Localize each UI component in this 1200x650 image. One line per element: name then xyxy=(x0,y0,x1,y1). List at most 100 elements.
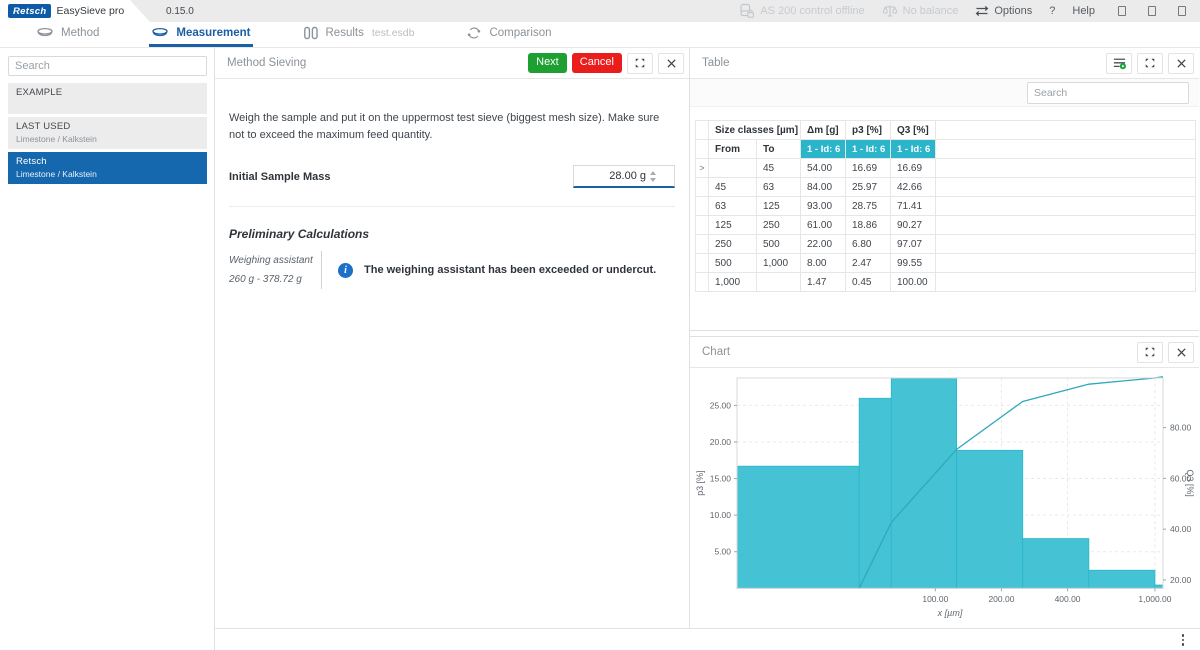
col-header-p3: p3 [%] xyxy=(846,121,891,140)
table-header-row: Size classes [µm]Δm [g]p3 [%]Q3 [%] xyxy=(696,121,1196,140)
close-icon xyxy=(1176,347,1187,358)
comparison-icon xyxy=(466,26,482,40)
sidebar-item-retsch[interactable]: RetschLimestone / Kalkstein xyxy=(8,152,207,184)
cell-to xyxy=(757,273,801,292)
maximize-button[interactable] xyxy=(1148,6,1156,16)
chart-panel-header: Chart xyxy=(690,337,1199,368)
cell-q3: 71.41 xyxy=(891,197,936,216)
cell-dm: 1.47 xyxy=(801,273,846,292)
table-search-input[interactable] xyxy=(1027,82,1189,104)
col-header-q3: Q3 [%] xyxy=(891,121,936,140)
tab-results[interactable]: Results test.esdb xyxy=(301,22,417,47)
chart-panel-actions xyxy=(1137,342,1199,363)
help-shortcut-button[interactable]: ? xyxy=(1049,5,1055,17)
row-marker xyxy=(696,235,709,254)
filler-cell xyxy=(936,197,1196,216)
product-name: EasySieve pro xyxy=(56,5,124,17)
cell-q3: 42.66 xyxy=(891,178,936,197)
title-bar: Retsch EasySieve pro 0.15.0 AS 200 contr… xyxy=(0,0,1200,22)
sieve-icon xyxy=(151,27,169,40)
chart-body: 5.0010.0015.0020.0025.0020.0040.0060.008… xyxy=(690,368,1199,628)
filler-cell xyxy=(936,216,1196,235)
help-label: Help xyxy=(1072,5,1095,17)
filler-cell xyxy=(936,273,1196,292)
cell-p3: 28.75 xyxy=(846,197,891,216)
table-row[interactable]: 1,0001.470.45100.00 xyxy=(696,273,1196,292)
weighing-assistant-range: 260 g - 378.72 g xyxy=(229,270,313,289)
table-view-options-button[interactable] xyxy=(1106,53,1132,74)
sidebar-search-input[interactable] xyxy=(8,56,207,76)
minimize-button[interactable] xyxy=(1118,6,1126,16)
cell-to: 45 xyxy=(757,159,801,178)
right-axis-title: Q3 [%] xyxy=(1185,469,1195,496)
histogram-bar xyxy=(891,378,956,588)
sidebar-item-example[interactable]: EXAMPLE xyxy=(8,83,207,114)
tab-comparison[interactable]: Comparison xyxy=(464,22,553,47)
chart-panel: Chart xyxy=(690,336,1199,628)
weighing-assistant-row: Weighing assistant 260 g - 378.72 g i Th… xyxy=(229,251,675,289)
series-id-header[interactable]: 1 - Id: 6 xyxy=(891,140,936,159)
initial-sample-mass-row: Initial Sample Mass xyxy=(229,165,675,207)
filler-cell xyxy=(936,178,1196,197)
close-table-button[interactable] xyxy=(1168,53,1194,74)
expand-table-button[interactable] xyxy=(1137,53,1163,74)
sieve-icon xyxy=(36,27,54,40)
close-chart-button[interactable] xyxy=(1168,342,1194,363)
preliminary-calculations-title: Preliminary Calculations xyxy=(229,227,675,241)
row-marker xyxy=(696,197,709,216)
tab-method[interactable]: Method xyxy=(34,22,101,47)
row-gutter xyxy=(696,140,709,159)
cell-p3: 16.69 xyxy=(846,159,891,178)
results-file-name: test.esdb xyxy=(372,27,415,39)
expand-icon xyxy=(634,57,646,69)
sidebar-item-last-used[interactable]: LAST USEDLimestone / Kalkstein xyxy=(8,117,207,149)
series-id-header[interactable]: 1 - Id: 6 xyxy=(846,140,891,159)
kebab-menu-icon[interactable] xyxy=(1182,634,1185,646)
table-row[interactable]: 25050022.006.8097.07 xyxy=(696,235,1196,254)
series-id-header[interactable]: 1 - Id: 6 xyxy=(801,140,846,159)
help-button[interactable]: Help xyxy=(1072,5,1095,17)
left-axis-tick-label: 25.00 xyxy=(710,400,732,410)
table-row[interactable]: 5001,0008.002.4799.55 xyxy=(696,254,1196,273)
device-status: AS 200 control offline xyxy=(738,3,864,19)
close-panel-button[interactable] xyxy=(658,53,684,74)
cell-dm: 61.00 xyxy=(801,216,846,235)
method-panel-header: Method Sieving Next Cancel xyxy=(215,48,689,79)
filler-cell xyxy=(936,235,1196,254)
initial-sample-mass-input[interactable] xyxy=(578,170,646,182)
right-axis-tick-label: 20.00 xyxy=(1170,575,1192,585)
initial-sample-mass-field[interactable] xyxy=(573,165,675,188)
expand-chart-button[interactable] xyxy=(1137,342,1163,363)
table-row[interactable]: >4554.0016.6916.69 xyxy=(696,159,1196,178)
row-marker xyxy=(696,216,709,235)
cell-dm: 84.00 xyxy=(801,178,846,197)
row-marker xyxy=(696,273,709,292)
filler-cell xyxy=(936,159,1196,178)
expand-panel-button[interactable] xyxy=(627,53,653,74)
histogram-bar xyxy=(1023,539,1089,589)
table-row[interactable]: 12525061.0018.8690.27 xyxy=(696,216,1196,235)
options-label: Options xyxy=(994,5,1032,17)
options-button[interactable]: Options xyxy=(975,5,1032,17)
stepper-down-icon[interactable] xyxy=(650,178,656,182)
device-status-label: AS 200 control offline xyxy=(760,5,864,17)
sidebar-list: EXAMPLELAST USEDLimestone / KalksteinRet… xyxy=(8,83,207,184)
close-icon xyxy=(666,58,677,69)
left-axis-tick-label: 15.00 xyxy=(710,474,732,484)
tab-measurement[interactable]: Measurement xyxy=(149,22,252,47)
cancel-button[interactable]: Cancel xyxy=(572,53,622,73)
mass-stepper[interactable] xyxy=(650,171,656,182)
x-axis-tick-label: 400.00 xyxy=(1055,594,1081,604)
cell-p3: 25.97 xyxy=(846,178,891,197)
cell-from: 1,000 xyxy=(709,273,757,292)
next-button[interactable]: Next xyxy=(528,53,567,73)
cell-q3: 16.69 xyxy=(891,159,936,178)
cell-from: 45 xyxy=(709,178,757,197)
method-panel-actions: Next Cancel xyxy=(528,53,689,74)
table-row[interactable]: 6312593.0028.7571.41 xyxy=(696,197,1196,216)
cell-dm: 8.00 xyxy=(801,254,846,273)
close-window-button[interactable] xyxy=(1178,6,1186,16)
table-row[interactable]: 456384.0025.9742.66 xyxy=(696,178,1196,197)
stepper-up-icon[interactable] xyxy=(650,171,656,175)
histogram-bar xyxy=(737,466,859,588)
